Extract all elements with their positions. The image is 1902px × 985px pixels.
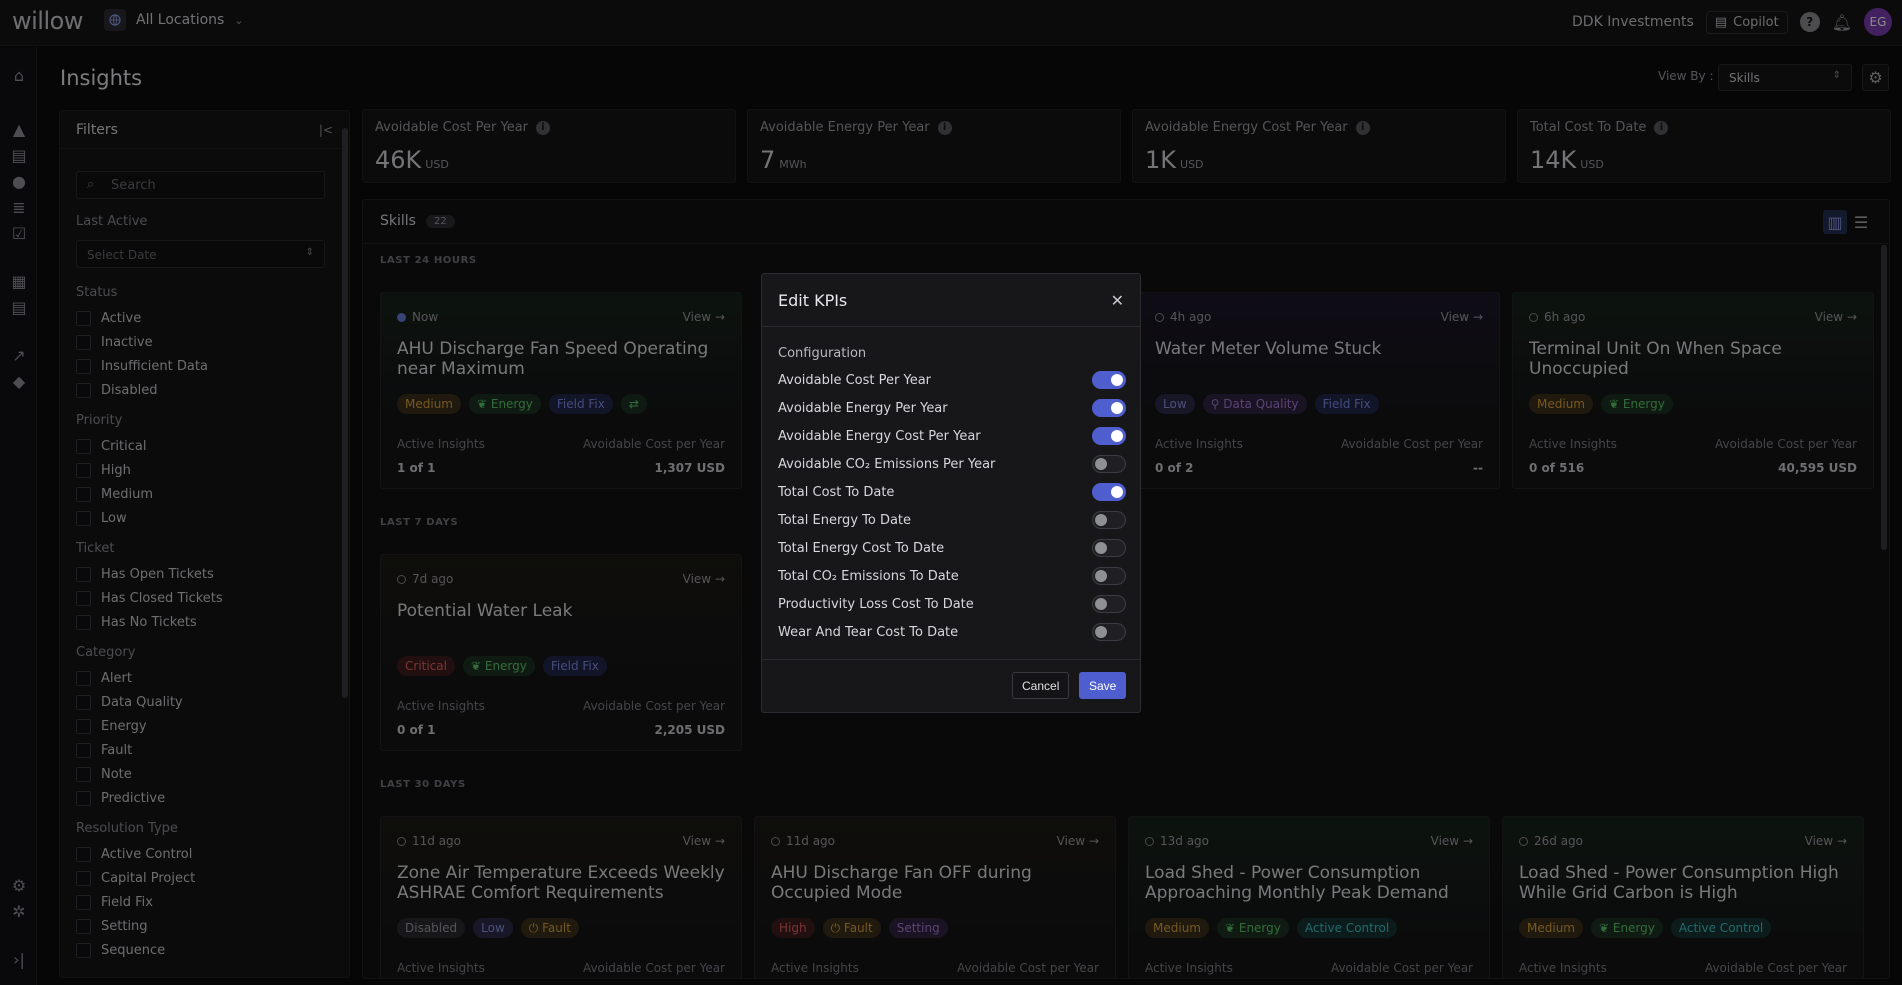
kpi-toggle-switch[interactable] xyxy=(1092,623,1126,641)
kpi-toggle-switch[interactable] xyxy=(1092,539,1126,557)
kpi-toggle-switch[interactable] xyxy=(1092,371,1126,389)
toggle-knob xyxy=(1095,626,1107,638)
toggle-knob xyxy=(1095,458,1107,470)
kpi-toggle-row: Total Energy Cost To Date xyxy=(778,539,1126,557)
kpi-toggle-row: Avoidable CO₂ Emissions Per Year xyxy=(778,455,1126,473)
kpi-toggle-row: Avoidable Cost Per Year xyxy=(778,371,1126,389)
kpi-toggle-row: Total Cost To Date xyxy=(778,483,1126,501)
kpi-toggle-label: Avoidable Energy Cost Per Year xyxy=(778,428,981,444)
cancel-button[interactable]: Cancel xyxy=(1012,672,1070,699)
kpi-toggle-switch[interactable] xyxy=(1092,455,1126,473)
toggle-knob xyxy=(1111,430,1123,442)
kpi-toggle-switch[interactable] xyxy=(1092,427,1126,445)
kpi-toggle-row: Avoidable Energy Cost Per Year xyxy=(778,427,1126,445)
toggle-knob xyxy=(1095,570,1107,582)
kpi-toggle-row: Productivity Loss Cost To Date xyxy=(778,595,1126,613)
kpi-toggle-label: Avoidable Energy Per Year xyxy=(778,400,948,416)
toggle-knob xyxy=(1095,542,1107,554)
kpi-toggle-label: Total Energy To Date xyxy=(778,512,912,528)
kpi-toggle-label: Avoidable Cost Per Year xyxy=(778,372,932,388)
kpi-toggle-switch[interactable] xyxy=(1092,595,1126,613)
kpi-toggle-label: Total Energy Cost To Date xyxy=(778,540,945,556)
kpi-toggle-row: Total Energy To Date xyxy=(778,511,1126,529)
toggle-knob xyxy=(1111,374,1123,386)
save-button[interactable]: Save xyxy=(1079,672,1127,699)
kpi-toggle-row: Avoidable Energy Per Year xyxy=(778,399,1126,417)
toggle-knob xyxy=(1111,486,1123,498)
dialog-title: Edit KPIs xyxy=(778,290,848,310)
kpi-toggle-switch[interactable] xyxy=(1092,399,1126,417)
kpi-toggle-row: Total CO₂ Emissions To Date xyxy=(778,567,1126,585)
kpi-toggle-label: Wear And Tear Cost To Date xyxy=(778,624,959,640)
kpi-toggle-label: Productivity Loss Cost To Date xyxy=(778,596,974,612)
kpi-toggle-label: Total CO₂ Emissions To Date xyxy=(778,568,959,584)
configuration-label: Configuration xyxy=(778,346,867,361)
toggle-knob xyxy=(1111,402,1123,414)
close-icon[interactable]: ✕ xyxy=(1111,291,1124,310)
kpi-toggle-label: Avoidable CO₂ Emissions Per Year xyxy=(778,456,996,472)
kpi-toggle-label: Total Cost To Date xyxy=(778,484,895,500)
toggle-knob xyxy=(1095,514,1107,526)
kpi-toggle-switch[interactable] xyxy=(1092,511,1126,529)
edit-kpis-dialog: Edit KPIs ✕ Configuration Avoidable Cost… xyxy=(761,273,1141,713)
kpi-toggle-switch[interactable] xyxy=(1092,483,1126,501)
kpi-toggle-switch[interactable] xyxy=(1092,567,1126,585)
toggle-knob xyxy=(1095,598,1107,610)
kpi-toggle-row: Wear And Tear Cost To Date xyxy=(778,623,1126,641)
